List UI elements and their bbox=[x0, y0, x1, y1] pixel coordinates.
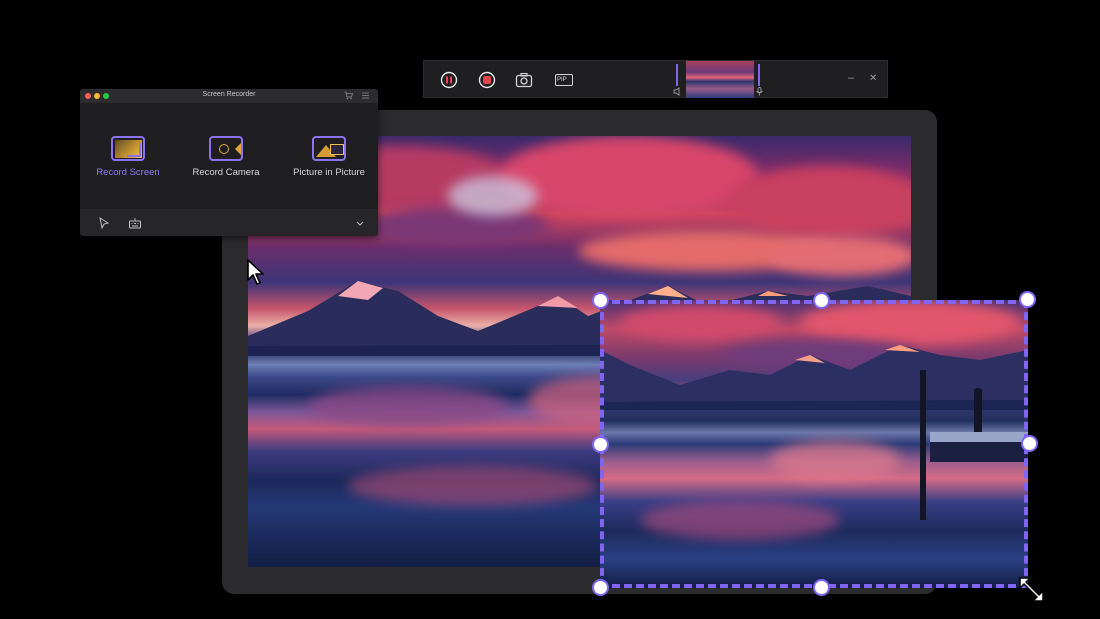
keyboard-icon[interactable] bbox=[129, 217, 141, 229]
cursor-tool-icon[interactable] bbox=[98, 217, 110, 229]
window-title: Screen Recorder bbox=[202, 91, 256, 98]
webcam-bar-right bbox=[758, 64, 760, 86]
resize-handle-top-center[interactable] bbox=[813, 292, 830, 309]
resize-diagonal-icon[interactable] bbox=[1017, 576, 1047, 604]
webcam-bar-left bbox=[676, 64, 678, 86]
resize-handle-bottom-center[interactable] bbox=[813, 579, 830, 596]
recorder-footer bbox=[80, 209, 378, 236]
record-camera-button[interactable]: Record Camera bbox=[181, 136, 271, 178]
camera-thumbnail[interactable] bbox=[686, 61, 754, 98]
resize-handle-top-left[interactable] bbox=[592, 292, 609, 309]
screen-recorder-window: Screen Recorder Record Screen Record Cam… bbox=[80, 89, 378, 236]
resize-handle-bottom-left[interactable] bbox=[592, 579, 609, 596]
mode-panel: Record Screen Record Camera Picture in P… bbox=[80, 103, 378, 209]
minimize-icon[interactable]: – bbox=[848, 72, 854, 84]
screenshot-icon[interactable] bbox=[515, 71, 533, 89]
resize-handle-middle-left[interactable] bbox=[592, 436, 609, 453]
pip-selection-frame[interactable] bbox=[600, 300, 1028, 588]
chevron-down-icon[interactable] bbox=[354, 217, 366, 229]
picture-in-picture-button[interactable]: Picture in Picture bbox=[284, 136, 374, 178]
cart-icon[interactable] bbox=[344, 91, 353, 100]
record-screen-label: Record Screen bbox=[96, 167, 160, 178]
mouse-pointer-icon bbox=[247, 259, 264, 285]
record-stop-icon[interactable] bbox=[478, 71, 496, 89]
picture-in-picture-label: Picture in Picture bbox=[293, 167, 365, 178]
close-icon[interactable]: ✕ bbox=[869, 73, 877, 84]
title-bar: Screen Recorder bbox=[80, 89, 378, 103]
pause-icon[interactable] bbox=[440, 71, 458, 89]
picture-in-picture-icon bbox=[312, 136, 346, 161]
pip-icon[interactable]: PIP bbox=[555, 74, 573, 86]
record-screen-button[interactable]: Record Screen bbox=[83, 136, 173, 178]
record-camera-label: Record Camera bbox=[192, 167, 260, 178]
resize-handle-middle-right[interactable] bbox=[1021, 435, 1038, 452]
record-screen-icon bbox=[111, 136, 145, 161]
recording-toolbar: PIP – ✕ bbox=[423, 60, 888, 98]
microphone-icon[interactable] bbox=[755, 87, 764, 96]
pip-label: PIP bbox=[557, 77, 567, 83]
resize-handle-top-right[interactable] bbox=[1019, 291, 1036, 308]
menu-icon[interactable] bbox=[361, 91, 370, 100]
record-camera-icon bbox=[209, 136, 243, 161]
speaker-icon[interactable] bbox=[673, 87, 682, 96]
